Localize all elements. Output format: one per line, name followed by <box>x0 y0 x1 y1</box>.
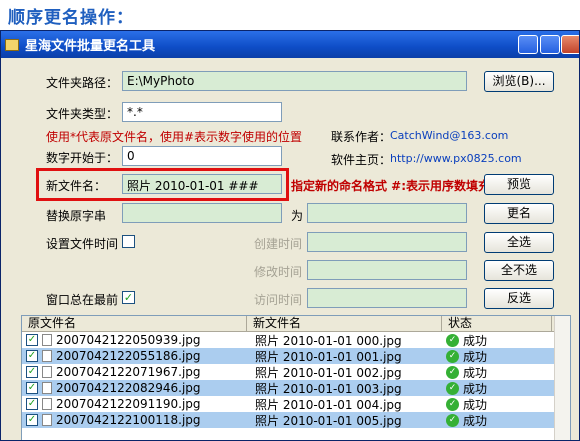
file-list-scrollbar[interactable] <box>554 316 570 440</box>
contact-label: 联系作者： <box>331 130 392 144</box>
app-window: 星海文件批量更名工具 文件夹路径： E:\MyPhoto 浏览(B)... 文件… <box>0 30 580 441</box>
replace-for-label: 为 <box>291 209 304 223</box>
hint-text: 使用*代表原文件名，使用#表示数字使用的位置 <box>46 130 303 144</box>
replace-from-input[interactable] <box>122 203 282 223</box>
format-annotation: 指定新的命名格式 #:表示用序数填充 <box>291 179 491 193</box>
original-name: 2007042122055186.jpg <box>56 349 201 363</box>
success-icon: ✓ <box>446 349 459 363</box>
status-text: 成功 <box>463 365 488 380</box>
new-name: 照片 2010-01-01 004.jpg <box>255 397 402 412</box>
maximize-button[interactable] <box>540 35 560 54</box>
create-time-label: 创建时间 <box>254 237 303 251</box>
status-text: 成功 <box>463 381 488 396</box>
file-icon <box>42 334 52 346</box>
set-time-label: 设置文件时间 <box>46 237 119 251</box>
replace-label: 替换原字串 <box>46 209 107 223</box>
row-checkbox[interactable]: ✓ <box>26 398 38 410</box>
header-original-name[interactable]: 原文件名 <box>22 316 247 331</box>
status-text: 成功 <box>463 413 488 428</box>
folder-type-select[interactable]: *.* <box>122 102 282 122</box>
header-new-name[interactable]: 新文件名 <box>247 316 442 331</box>
original-name: 2007042122100118.jpg <box>56 413 201 427</box>
invert-selection-button[interactable]: 反选 <box>484 288 554 309</box>
success-icon: ✓ <box>446 381 459 395</box>
success-icon: ✓ <box>446 365 459 379</box>
new-name: 照片 2010-01-01 001.jpg <box>255 349 402 364</box>
title-bar[interactable]: 星海文件批量更名工具 <box>1 31 579 58</box>
row-checkbox[interactable]: ✓ <box>26 350 38 362</box>
status-text: 成功 <box>463 333 488 348</box>
table-row[interactable]: ✓ 2007042122100118.jpg 照片 2010-01-01 005.… <box>22 412 570 428</box>
minimize-button[interactable] <box>518 35 538 54</box>
window-title: 星海文件批量更名工具 <box>25 39 156 54</box>
file-icon <box>42 398 52 410</box>
preview-button[interactable]: 预览 <box>484 174 554 195</box>
deselect-all-button[interactable]: 全不选 <box>484 260 554 281</box>
file-list[interactable]: 原文件名 新文件名 状态 ✓ 2007042122050939.jpg 照片 20… <box>21 315 571 440</box>
folder-path-input[interactable]: E:\MyPhoto <box>122 71 467 91</box>
folder-path-label: 文件夹路径： <box>46 76 119 90</box>
original-name: 2007042122082946.jpg <box>56 381 201 395</box>
row-checkbox[interactable]: ✓ <box>26 334 38 346</box>
status-text: 成功 <box>463 397 488 412</box>
table-row[interactable]: ✓ 2007042122071967.jpg 照片 2010-01-01 002.… <box>22 364 570 380</box>
file-icon <box>42 350 52 362</box>
success-icon: ✓ <box>446 413 459 427</box>
create-time-input[interactable] <box>307 232 467 252</box>
row-checkbox[interactable]: ✓ <box>26 366 38 378</box>
homepage-label: 软件主页： <box>331 153 392 167</box>
folder-type-label: 文件夹类型： <box>46 107 119 121</box>
table-row[interactable]: ✓ 2007042122050939.jpg 照片 2010-01-01 000.… <box>22 332 570 348</box>
always-on-top-label: 窗口总在最前 <box>46 293 119 307</box>
page-heading: 顺序更名操作： <box>8 8 134 28</box>
file-icon <box>42 414 52 426</box>
homepage-link[interactable]: http://www.px0825.com <box>390 152 522 165</box>
file-icon <box>42 382 52 394</box>
set-time-checkbox[interactable] <box>122 235 135 248</box>
file-icon <box>42 366 52 378</box>
modify-time-input[interactable] <box>307 260 467 280</box>
table-row[interactable]: ✓ 2007042122091190.jpg 照片 2010-01-01 004.… <box>22 396 570 412</box>
browse-button[interactable]: 浏览(B)... <box>484 71 554 92</box>
table-row[interactable]: ✓ 2007042122055186.jpg 照片 2010-01-01 001.… <box>22 348 570 364</box>
row-checkbox[interactable]: ✓ <box>26 382 38 394</box>
header-status[interactable]: 状态 <box>442 316 552 331</box>
access-time-input[interactable] <box>307 288 467 308</box>
success-icon: ✓ <box>446 397 459 411</box>
start-number-stepper[interactable]: 0 <box>122 146 282 166</box>
close-button[interactable] <box>561 35 579 54</box>
file-list-header: 原文件名 新文件名 状态 <box>22 316 570 332</box>
row-checkbox[interactable]: ✓ <box>26 414 38 426</box>
rename-button[interactable]: 更名 <box>484 203 554 224</box>
original-name: 2007042122050939.jpg <box>56 333 201 347</box>
original-name: 2007042122091190.jpg <box>56 397 201 411</box>
modify-time-label: 修改时间 <box>254 265 303 279</box>
always-on-top-checkbox[interactable]: ✓ <box>122 291 135 304</box>
success-icon: ✓ <box>446 333 459 347</box>
table-row[interactable]: ✓ 2007042122082946.jpg 照片 2010-01-01 003.… <box>22 380 570 396</box>
status-text: 成功 <box>463 349 488 364</box>
start-number-label: 数字开始于： <box>46 151 119 165</box>
original-name: 2007042122071967.jpg <box>56 365 201 379</box>
new-name: 照片 2010-01-01 000.jpg <box>255 333 402 348</box>
new-name: 照片 2010-01-01 003.jpg <box>255 381 402 396</box>
select-all-button[interactable]: 全选 <box>484 232 554 253</box>
contact-link[interactable]: CatchWind@163.com <box>390 129 508 142</box>
app-icon <box>5 38 19 51</box>
replace-to-input[interactable] <box>307 203 467 223</box>
new-name: 照片 2010-01-01 002.jpg <box>255 365 402 380</box>
new-name-input[interactable]: 照片 2010-01-01 ### <box>122 174 282 194</box>
new-name-label: 新文件名： <box>46 179 107 193</box>
access-time-label: 访问时间 <box>254 293 303 307</box>
new-name: 照片 2010-01-01 005.jpg <box>255 413 402 428</box>
